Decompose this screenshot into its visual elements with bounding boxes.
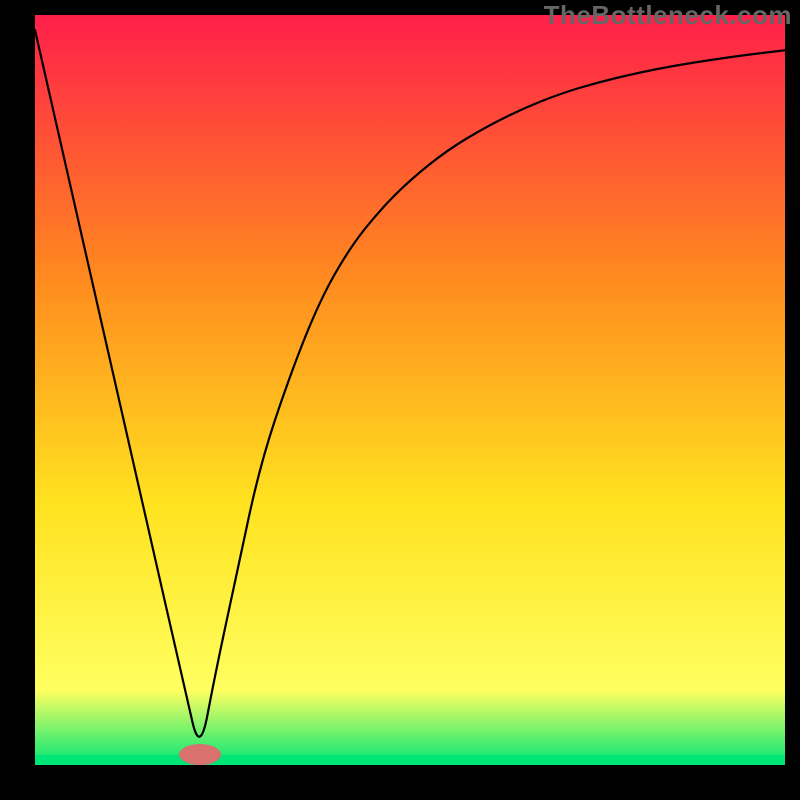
plot-svg xyxy=(35,15,785,765)
plot-area xyxy=(35,15,785,765)
gradient-bg xyxy=(35,15,785,765)
watermark: TheBottleneck.com xyxy=(544,0,792,31)
chart-frame: TheBottleneck.com xyxy=(0,0,800,800)
sweet-spot-marker xyxy=(179,744,221,765)
baseline-band xyxy=(35,755,785,765)
